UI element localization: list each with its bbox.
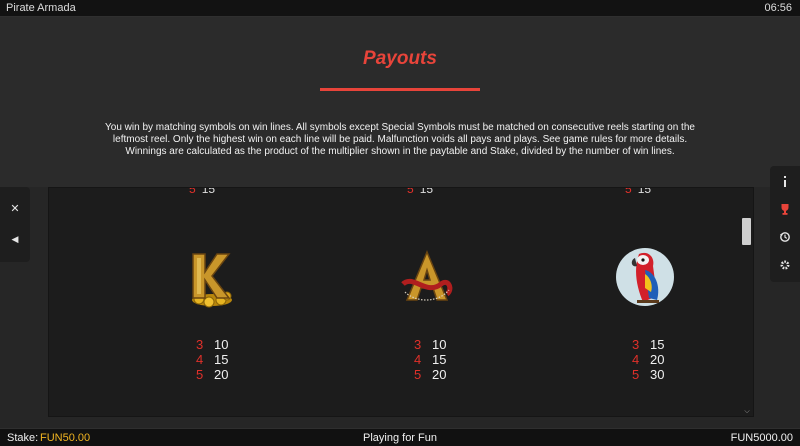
chevron-down-icon[interactable]: ⌵	[742, 408, 752, 416]
game-title: Pirate Armada	[6, 2, 76, 14]
parrot-icon	[615, 244, 675, 310]
play-mode: Playing for Fun	[363, 432, 437, 444]
pay-row: 4 15	[196, 352, 229, 367]
pay-row: 4 20	[632, 352, 665, 367]
title-underline	[320, 88, 480, 91]
trophy-icon[interactable]	[770, 199, 800, 219]
triangle-left-icon[interactable]: ◀	[0, 229, 30, 249]
partial-pay-row: 5 15	[189, 187, 216, 196]
gold-letter-a-icon	[397, 244, 457, 310]
balance: FUN5000.00	[730, 432, 793, 444]
close-icon[interactable]: ✕	[0, 199, 30, 219]
symbol-card-k: 5 15 3 10 4 15 5 20	[129, 187, 289, 416]
history-icon[interactable]	[770, 227, 800, 247]
pay-row: 5 20	[414, 367, 447, 382]
bottom-bar: Stake: FUN50.00 Playing for Fun FUN5000.…	[0, 428, 800, 446]
symbol-card-a: 5 15 3 10 4 15 5 20	[347, 187, 507, 416]
pay-row: 5 20	[196, 367, 229, 382]
pay-row: 3 10	[414, 337, 447, 352]
pay-row: 4 15	[414, 352, 447, 367]
scrollbar-thumb[interactable]	[742, 218, 751, 245]
gear-icon[interactable]	[770, 255, 800, 275]
payouts-header	[0, 17, 800, 187]
pay-list: 3 15 4 20 5 30	[632, 337, 712, 382]
gold-letter-k-icon	[179, 244, 239, 310]
info-icon[interactable]	[770, 171, 800, 191]
rules-text: You win by matching symbols on win lines…	[105, 122, 695, 157]
pay-row: 3 15	[632, 337, 665, 352]
symbol-card-parrot: 5 15 3 15 4 20 5 30	[565, 187, 725, 416]
page-title: Payouts	[363, 48, 437, 69]
clock: 06:56	[764, 2, 792, 14]
partial-pay-row: 5 15	[625, 187, 652, 196]
left-sidebar: ✕ ◀	[0, 187, 30, 262]
pay-row: 5 30	[632, 367, 665, 382]
pay-list: 3 10 4 15 5 20	[414, 337, 494, 382]
paytable-panel[interactable]: 5 15 3 10 4 15 5 20 5 15 3 10 4 15 5 20 …	[48, 187, 754, 417]
pay-list: 3 10 4 15 5 20	[196, 337, 276, 382]
top-bar: Pirate Armada 06:56	[0, 0, 800, 17]
pay-row: 3 10	[196, 337, 229, 352]
scrollbar[interactable]: ⌵	[742, 188, 752, 416]
partial-pay-row: 5 15	[407, 187, 434, 196]
right-sidebar	[770, 166, 800, 282]
